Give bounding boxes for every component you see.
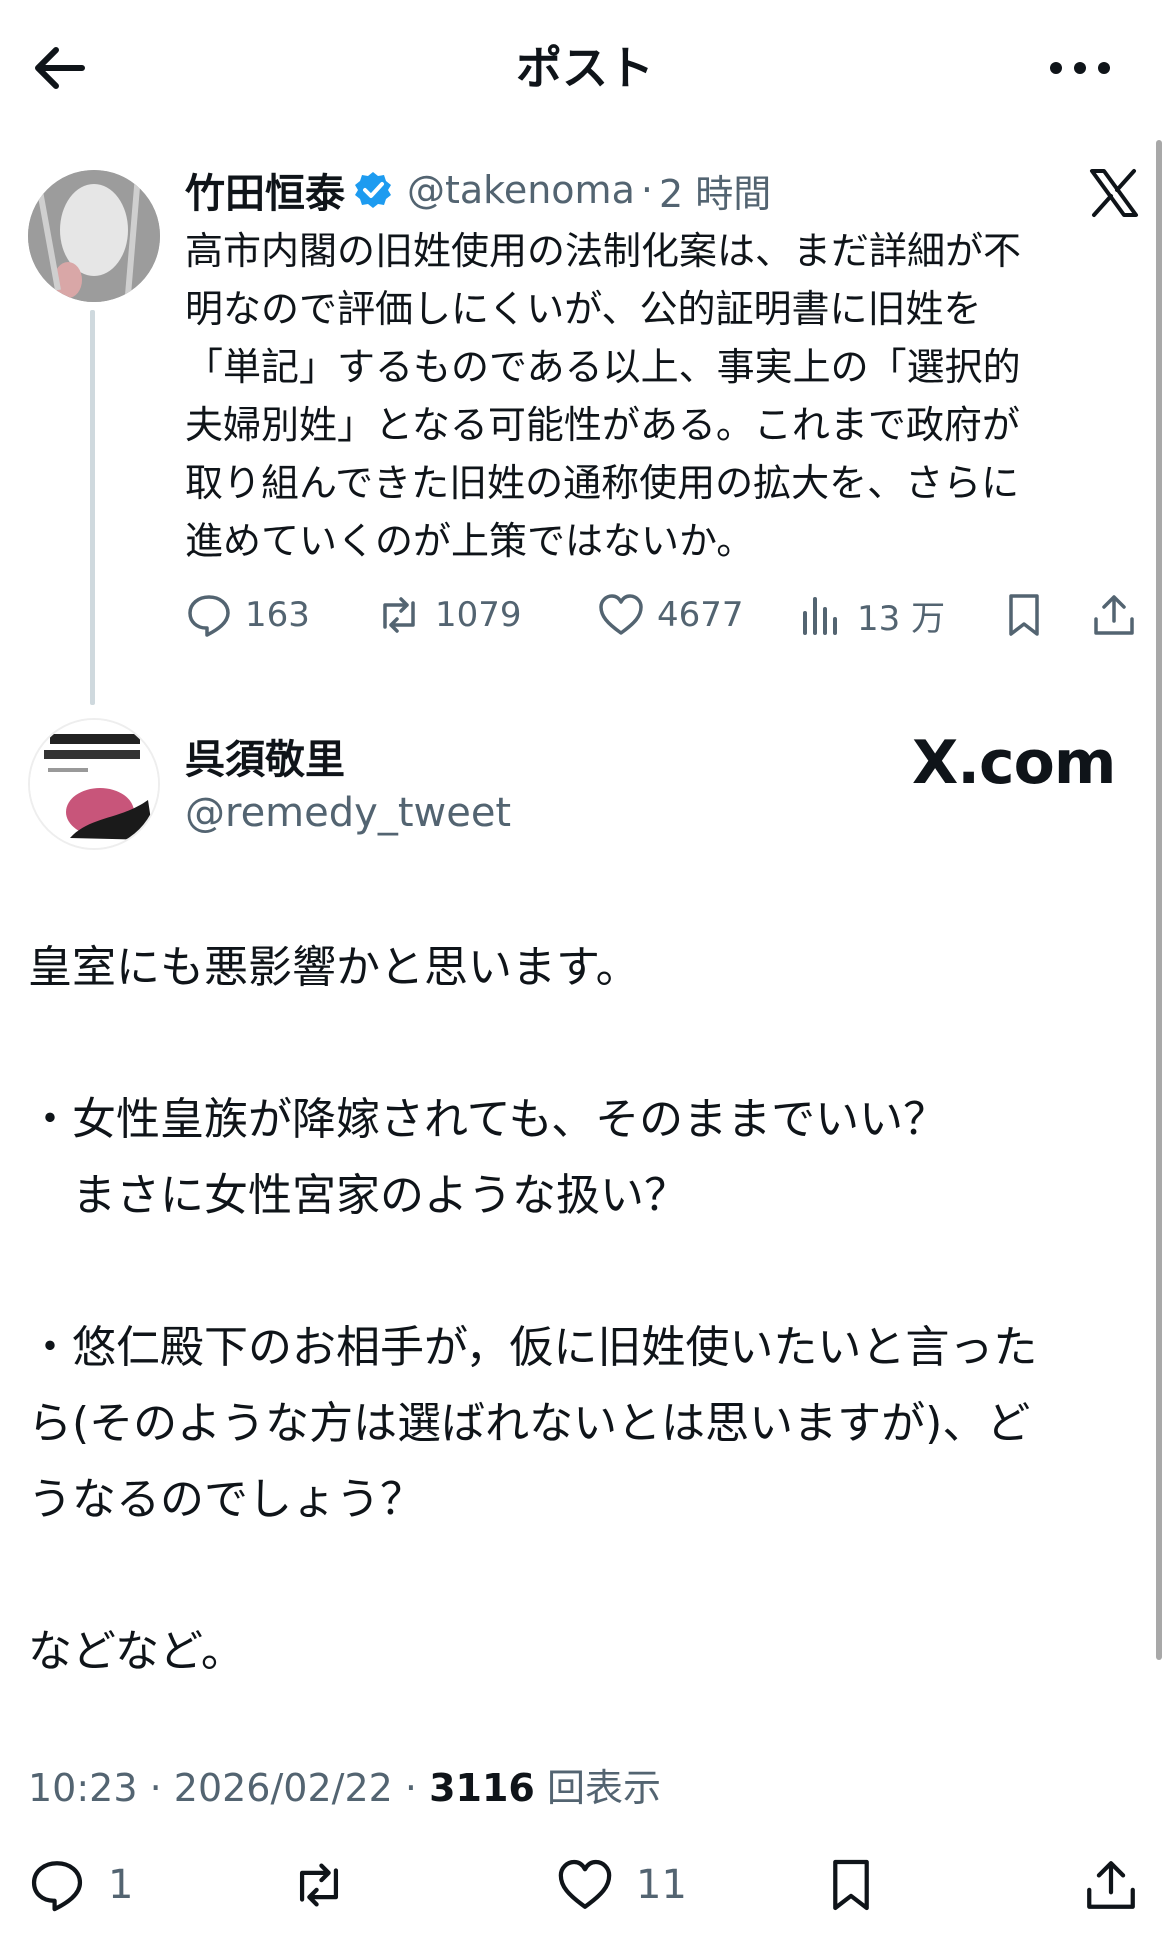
avatar-image [30, 720, 158, 848]
author-avatar[interactable] [28, 718, 160, 850]
share-icon [1094, 595, 1134, 635]
quoted-actions: 163 1079 4677 13 万 [185, 585, 1145, 645]
reply-icon [31, 1861, 83, 1912]
bookmark-button[interactable] [1000, 585, 1048, 645]
more-horizontal-icon [1050, 62, 1110, 74]
quoted-author-name[interactable]: 竹田恒泰 [185, 161, 345, 219]
quoted-tweet-text: 高市内閣の旧姓使用の法制化案は、まだ詳細が不 明なので評価しにくいが、公的証明書… [185, 229, 1022, 563]
reply-icon [188, 595, 230, 637]
page-title: ポスト [516, 41, 654, 95]
quoted-header: 竹田恒泰 @takenoma · 2 時間 [185, 162, 771, 218]
like-count: 11 [636, 1862, 687, 1908]
repost-icon [299, 1863, 339, 1907]
like-button[interactable]: 4677 [597, 585, 744, 645]
verified-badge-icon [355, 172, 391, 208]
more-options-button[interactable] [1040, 38, 1120, 98]
separator-dot: · [149, 1766, 174, 1810]
scroll-indicator[interactable] [1156, 140, 1162, 1660]
share-icon [1087, 1861, 1135, 1909]
views-button[interactable]: 13 万 [797, 585, 945, 645]
bookmark-icon [1009, 594, 1039, 636]
reply-count: 1 [108, 1862, 134, 1908]
quoted-author-avatar[interactable] [28, 170, 160, 302]
like-button[interactable]: 11 [556, 1850, 687, 1920]
x-logo-icon [1090, 169, 1138, 217]
share-button[interactable] [1082, 1850, 1140, 1920]
thread-connector-line [90, 310, 95, 705]
repost-count: 1079 [435, 595, 522, 635]
separator-dot: · [640, 168, 653, 212]
author-name[interactable]: 呉須敬里 [185, 732, 345, 788]
avatar-image [28, 170, 160, 302]
post-detail-screen: ポスト 竹田恒泰 @takenoma · 2 時間 高市内閣の旧姓使用の法制化案… [0, 0, 1170, 1933]
post-actions: 1 11 [0, 1850, 1170, 1920]
post-view-count[interactable]: 3116 [429, 1766, 535, 1810]
post-date: 2026/02/22 [173, 1766, 393, 1810]
reply-button[interactable]: 163 [185, 585, 310, 645]
repost-button[interactable] [290, 1850, 348, 1920]
repost-icon [383, 597, 415, 633]
post-text: 皇室にも悪影響かと思います。 ・女性皇族が降嫁されても、そのままでいい？ まさに… [28, 942, 1038, 1677]
post-time: 10:23 [28, 1766, 138, 1810]
post-meta: 10:23 · 2026/02/22 · 3116 回表示 [28, 1760, 661, 1816]
reply-button[interactable]: 1 [28, 1850, 133, 1920]
view-count: 13 万 [857, 598, 946, 639]
author-handle[interactable]: @remedy_tweet [185, 785, 511, 841]
like-count: 4677 [657, 595, 744, 635]
bookmark-button[interactable] [822, 1850, 880, 1920]
repost-button[interactable]: 1079 [375, 585, 522, 645]
heart-icon [599, 594, 643, 635]
separator-dot: · [404, 1766, 430, 1810]
analytics-bar-icon [803, 597, 837, 635]
share-button[interactable] [1090, 585, 1138, 645]
bookmark-icon [833, 1859, 869, 1911]
x-com-brand: X.com [912, 728, 1116, 798]
quoted-timestamp: 2 時間 [658, 171, 772, 216]
quoted-author-handle[interactable]: @takenoma [407, 168, 635, 212]
top-bar: ポスト [0, 0, 1170, 130]
heart-icon [558, 1859, 612, 1909]
post-view-label: 回表示 [546, 1766, 661, 1810]
reply-count: 163 [245, 595, 310, 635]
